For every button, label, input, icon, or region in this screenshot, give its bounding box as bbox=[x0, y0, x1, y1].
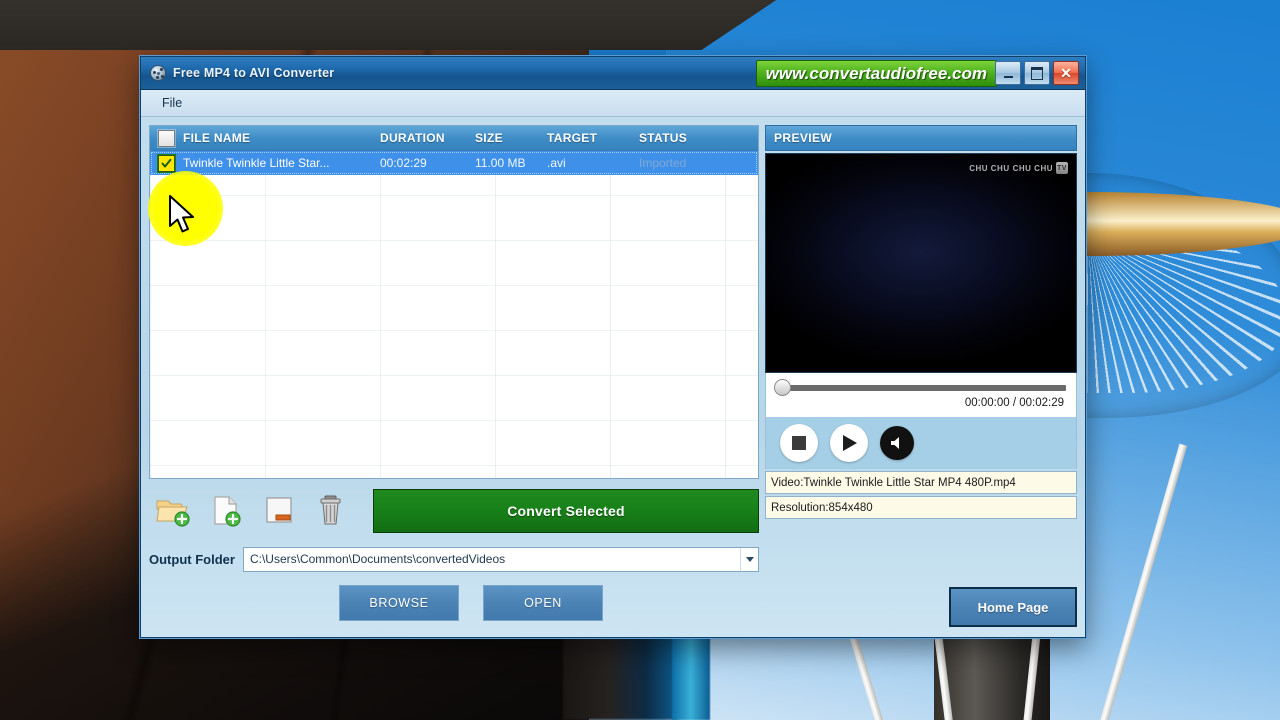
speaker-icon bbox=[891, 437, 899, 449]
volume-button[interactable] bbox=[880, 426, 914, 460]
remove-file-icon bbox=[266, 497, 292, 523]
video-info-resolution: Resolution:854x480 bbox=[765, 496, 1077, 519]
seek-handle[interactable] bbox=[774, 379, 791, 396]
menu-bar: File bbox=[141, 90, 1085, 117]
output-folder-value[interactable]: C:\Users\Common\Documents\convertedVideo… bbox=[244, 552, 740, 566]
preview-header: PREVIEW bbox=[765, 125, 1077, 151]
time-display: 00:00:00 / 00:02:29 bbox=[774, 397, 1068, 409]
column-header-size[interactable]: SIZE bbox=[475, 126, 547, 150]
cell-target: .avi bbox=[547, 156, 566, 170]
minimize-icon bbox=[1003, 75, 1013, 78]
browse-button[interactable]: BROWSE bbox=[339, 584, 459, 621]
window-controls: ✕ bbox=[995, 61, 1079, 85]
column-header-duration[interactable]: DURATION bbox=[380, 126, 475, 150]
needle-leg bbox=[1088, 443, 1188, 720]
seek-area: 00:00:00 / 00:02:29 bbox=[765, 373, 1077, 417]
website-url-badge[interactable]: www.convertaudiofree.com bbox=[755, 60, 997, 87]
table-gridlines bbox=[150, 150, 758, 478]
close-button[interactable]: ✕ bbox=[1053, 61, 1079, 85]
window-title: Free MP4 to AVI Converter bbox=[173, 66, 335, 80]
add-folder-icon bbox=[156, 500, 190, 527]
title-bar: Free MP4 to AVI Converter www.convertaud… bbox=[141, 57, 1085, 90]
maximize-icon bbox=[1031, 66, 1043, 80]
add-folder-button[interactable] bbox=[149, 490, 201, 532]
time-separator: / bbox=[1012, 397, 1017, 409]
output-folder-row: Output Folder C:\Users\Common\Documents\… bbox=[149, 542, 759, 576]
stop-icon bbox=[792, 436, 806, 450]
cell-status: Imported bbox=[639, 156, 687, 170]
video-preview-surface[interactable]: CHU CHU CHU CHU TV bbox=[765, 153, 1077, 373]
add-file-button[interactable] bbox=[201, 490, 253, 532]
chevron-down-icon[interactable] bbox=[740, 547, 758, 571]
play-button[interactable] bbox=[830, 424, 868, 462]
cell-duration: 00:02:29 bbox=[380, 156, 427, 170]
cell-size: 11.00 MB bbox=[475, 156, 526, 170]
home-page-button[interactable]: Home Page bbox=[949, 587, 1077, 627]
select-all-checkbox[interactable] bbox=[158, 129, 175, 147]
check-icon bbox=[161, 158, 172, 167]
seek-slider[interactable] bbox=[774, 379, 1068, 396]
output-folder-label: Output Folder bbox=[149, 551, 235, 567]
seek-track[interactable] bbox=[782, 384, 1066, 391]
application-window: Free MP4 to AVI Converter www.convertaud… bbox=[140, 56, 1086, 638]
convert-selected-button[interactable]: Convert Selected bbox=[373, 489, 759, 533]
add-file-icon bbox=[214, 496, 241, 527]
open-button[interactable]: OPEN bbox=[483, 584, 603, 621]
column-header-target[interactable]: TARGET bbox=[547, 126, 639, 150]
row-checkbox-checked[interactable] bbox=[158, 154, 175, 172]
stop-button[interactable] bbox=[780, 424, 818, 462]
left-button-row: BROWSE OPEN bbox=[149, 576, 759, 629]
column-header-status[interactable]: STATUS bbox=[639, 126, 758, 150]
table-row[interactable]: Twinkle Twinkle Little Star... 00:02:29 … bbox=[150, 151, 758, 175]
watermark-tv-badge: TV bbox=[1056, 162, 1068, 174]
preview-spacer bbox=[765, 519, 1077, 587]
window-body: FILE NAME DURATION SIZE TARGET STATUS Tw… bbox=[141, 117, 1085, 637]
delete-trash-icon bbox=[320, 495, 341, 525]
channel-watermark: CHU CHU CHU CHU TV bbox=[969, 162, 1068, 174]
file-list-table[interactable]: FILE NAME DURATION SIZE TARGET STATUS Tw… bbox=[149, 125, 759, 479]
file-toolbar: Convert Selected bbox=[149, 486, 759, 536]
column-header-file-name[interactable]: FILE NAME bbox=[183, 126, 380, 150]
menu-item-file[interactable]: File bbox=[153, 94, 191, 112]
film-reel-icon bbox=[150, 65, 166, 81]
playback-controls bbox=[765, 417, 1077, 469]
row-checkbox-cell[interactable] bbox=[150, 151, 183, 175]
remove-file-button[interactable] bbox=[253, 490, 305, 532]
maximize-button[interactable] bbox=[1024, 61, 1050, 85]
video-info-name: Video:Twinkle Twinkle Little Star MP4 48… bbox=[765, 471, 1077, 494]
total-time: 00:02:29 bbox=[1019, 397, 1064, 409]
preview-pane: PREVIEW CHU CHU CHU CHU TV 00:00:00 / 00… bbox=[765, 125, 1077, 629]
left-pane: FILE NAME DURATION SIZE TARGET STATUS Tw… bbox=[149, 125, 759, 629]
play-icon bbox=[842, 435, 857, 451]
watermark-text: CHU CHU bbox=[969, 163, 1010, 173]
cell-file-name: Twinkle Twinkle Little Star... bbox=[183, 156, 330, 170]
output-folder-combobox[interactable]: C:\Users\Common\Documents\convertedVideo… bbox=[242, 546, 759, 572]
close-icon: ✕ bbox=[1060, 65, 1072, 81]
dark-canopy-wedge bbox=[0, 0, 820, 51]
table-header-row: FILE NAME DURATION SIZE TARGET STATUS bbox=[150, 126, 758, 151]
clear-list-button[interactable] bbox=[305, 490, 357, 532]
current-time: 00:00:00 bbox=[964, 397, 1010, 409]
watermark-text-2: CHU CHU bbox=[1012, 163, 1053, 173]
home-page-row: Home Page bbox=[765, 587, 1077, 629]
minimize-button[interactable] bbox=[995, 61, 1021, 85]
select-all-header[interactable] bbox=[150, 126, 183, 150]
